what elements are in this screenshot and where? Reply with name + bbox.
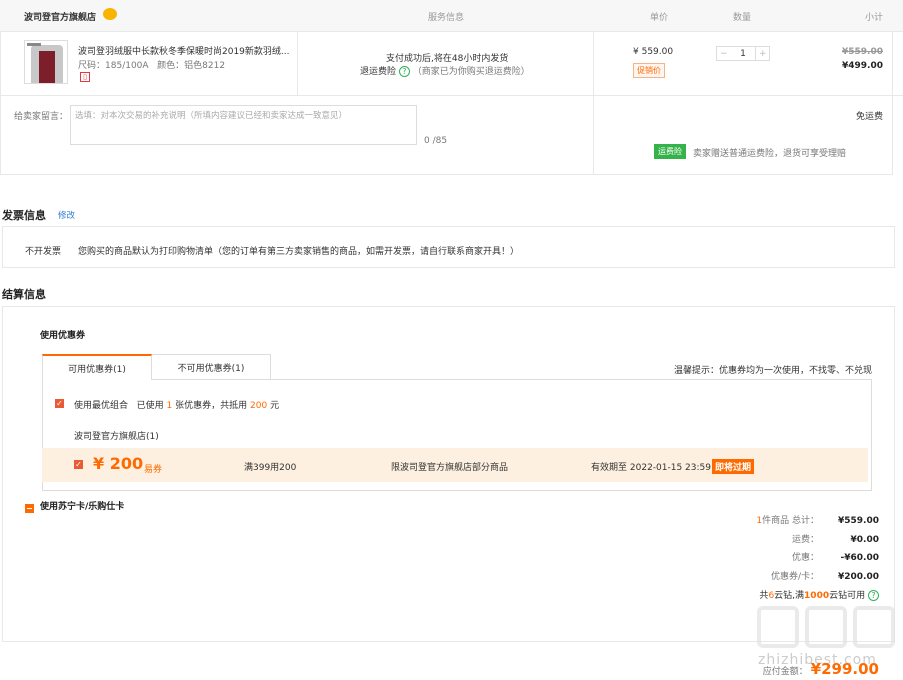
insurance-info: 退运费险 ? （商家已为你购买退运费险） bbox=[360, 64, 530, 77]
best-combo-label: 使用最优组合 bbox=[74, 401, 129, 411]
qty-minus-button[interactable]: − bbox=[717, 47, 730, 60]
shipping-value: ¥0.00 bbox=[850, 535, 879, 545]
message-counter: 0 /85 bbox=[424, 136, 448, 146]
invoice-title: 发票信息 bbox=[2, 209, 46, 222]
qty-plus-button[interactable]: + bbox=[755, 47, 769, 60]
color-value: 铝色8212 bbox=[184, 61, 226, 71]
tab-label: 不可用优惠券(1) bbox=[177, 363, 245, 374]
coupon-tip: 温馨提示：优惠券均为一次使用，不找零、不兑现 bbox=[673, 366, 872, 376]
shop-name[interactable]: 波司登官方旗舰店 bbox=[24, 10, 96, 23]
qty-input[interactable]: 1 bbox=[730, 47, 755, 60]
message-label: 给卖家留言： bbox=[14, 112, 69, 122]
payable-label: 应付金额： bbox=[762, 667, 808, 677]
settle-title: 结算信息 bbox=[2, 288, 46, 301]
original-subtotal: ¥559.00 bbox=[842, 47, 883, 57]
summary-cloud-row: 共6云钻,满1000云钻可用 ? bbox=[759, 588, 879, 601]
size-label: 尺码： bbox=[78, 61, 106, 71]
invoice-box: 不开发票 您购买的商品默认为打印购物清单（您的订单有第三方卖家销售的商品，如需开… bbox=[2, 226, 895, 268]
items-label: 件商品 总计： bbox=[762, 516, 819, 526]
seven-day-return-icon: ▯ bbox=[80, 72, 90, 82]
insurance-desc: 卖家赠送普通运费险，退货可享受理赔 bbox=[693, 149, 847, 159]
header-service: 服务信息 bbox=[428, 13, 465, 23]
insurance-note: （商家已为你购买退运费险） bbox=[412, 67, 530, 77]
product-row: 波司登羽绒服中长款秋冬季保暖时尚2019新款羽绒... 尺码：185/100A … bbox=[0, 32, 903, 96]
message-textarea[interactable]: 选填：对本次交易的补充说明（所填内容建议已经和卖家达成一致意见） bbox=[70, 105, 417, 145]
size-value: 185/100A bbox=[105, 61, 149, 71]
cloud-help-icon[interactable]: ? bbox=[868, 590, 879, 601]
subtotal: ¥499.00 bbox=[842, 61, 883, 71]
shipping-label: 运费： bbox=[791, 535, 819, 545]
delivery-info: 支付成功后,将在48小时内发货 bbox=[386, 54, 509, 64]
invoice-type: 不开发票 bbox=[25, 247, 62, 257]
unit-price: ¥ 559.00 bbox=[633, 47, 674, 57]
summary-shipping-row: 运费： ¥0.00 bbox=[792, 532, 879, 545]
header-price: 单价 bbox=[650, 13, 669, 23]
product-thumbnail[interactable] bbox=[24, 40, 68, 84]
header-qty: 数量 bbox=[733, 13, 752, 23]
coupon-store-name: 波司登官方旗舰店(1) bbox=[74, 432, 159, 442]
coupon-rule: 满399用200 bbox=[244, 463, 297, 473]
expiry-label: 有效期至 bbox=[591, 463, 628, 473]
color-label: 颜色： bbox=[157, 61, 185, 71]
coupon-total-label: 优惠券/卡： bbox=[770, 572, 819, 582]
shipping-free: 免运费 bbox=[855, 112, 883, 122]
cloud-suffix: 云钻可用 bbox=[829, 591, 866, 601]
order-table: 波司登官方旗舰店 服务信息 单价 数量 小计 波司登羽绒服中长款秋冬季保暖时尚2… bbox=[0, 0, 903, 175]
card-section-toggle[interactable]: 使用苏宁卡/乐购仕卡 bbox=[40, 499, 124, 512]
collapse-icon[interactable] bbox=[25, 504, 34, 513]
invoice-edit-link[interactable]: 修改 bbox=[58, 209, 75, 221]
tab-label: 可用优惠券(1) bbox=[68, 364, 126, 375]
cloud-mid: 云钻,满 bbox=[774, 591, 805, 601]
summary-discount-row: 优惠： -¥60.00 bbox=[792, 550, 879, 563]
items-total: ¥559.00 bbox=[838, 516, 879, 526]
coupon-expiry: 有效期至 2022-01-15 23:59 bbox=[591, 460, 711, 473]
coupon-total-value: ¥200.00 bbox=[838, 572, 879, 582]
summary-items-row: 1件商品 总计： ¥559.00 bbox=[756, 513, 879, 526]
invoice-desc: 您购买的商品默认为打印购物清单（您的订单有第三方卖家销售的商品，如需开发票，请自… bbox=[78, 247, 520, 257]
cloud-threshold: 1000 bbox=[804, 591, 830, 601]
coupon-amount: ¥ 200 bbox=[93, 454, 144, 473]
used-mid: 张优惠券，共抵用 bbox=[175, 401, 248, 411]
product-title[interactable]: 波司登羽绒服中长款秋冬季保暖时尚2019新款羽绒... bbox=[78, 44, 293, 57]
expiring-badge: 即将过期 bbox=[712, 459, 755, 474]
coupon-scope: 限波司登官方旗舰店部分商品 bbox=[391, 463, 509, 473]
order-header: 波司登官方旗舰店 服务信息 单价 数量 小计 bbox=[0, 0, 903, 32]
used-suffix: 元 bbox=[270, 401, 280, 411]
coupon-checkbox[interactable]: ✓ bbox=[74, 460, 83, 469]
used-amount: 200 bbox=[250, 401, 268, 411]
shop-badge-icon bbox=[103, 8, 117, 20]
discount-label: 优惠： bbox=[791, 553, 819, 563]
best-combo-text: 使用最优组合 已使用 1 张优惠券，共抵用 200 元 bbox=[74, 398, 279, 411]
coupon-item[interactable]: ✓ ¥ 200 易券 满399用200 限波司登官方旗舰店部分商品 有效期至 2… bbox=[42, 448, 868, 482]
used-prefix: 已使用 bbox=[136, 401, 164, 411]
promo-tag: 促销价 bbox=[633, 63, 665, 78]
best-combo-checkbox[interactable]: ✓ bbox=[55, 399, 64, 408]
payable-amount: ¥299.00 bbox=[810, 660, 879, 678]
discount-value: -¥60.00 bbox=[840, 553, 879, 563]
insurance-label: 退运费险 bbox=[360, 67, 397, 77]
payable-row: 应付金额： ¥299.00 bbox=[763, 660, 879, 678]
quantity-stepper: − 1 + bbox=[716, 46, 770, 61]
tab-available-coupons[interactable]: 可用优惠券(1) bbox=[42, 354, 152, 380]
watermark-logo bbox=[757, 606, 895, 648]
expiry-value: 2022-01-15 23:59 bbox=[629, 463, 711, 473]
summary-coupon-row: 优惠券/卡： ¥200.00 bbox=[771, 569, 879, 582]
used-count: 1 bbox=[166, 401, 173, 411]
help-icon[interactable]: ? bbox=[398, 66, 410, 77]
product-spec: 尺码：185/100A 颜色：铝色8212 bbox=[78, 58, 225, 71]
coupon-type: 易券 bbox=[144, 465, 163, 475]
coupon-section-toggle[interactable]: 使用优惠券 bbox=[40, 328, 85, 341]
tab-unavailable-coupons[interactable]: 不可用优惠券(1) bbox=[152, 354, 271, 380]
insurance-tag: 运费险 bbox=[654, 144, 686, 159]
header-subtotal: 小计 bbox=[864, 13, 883, 23]
